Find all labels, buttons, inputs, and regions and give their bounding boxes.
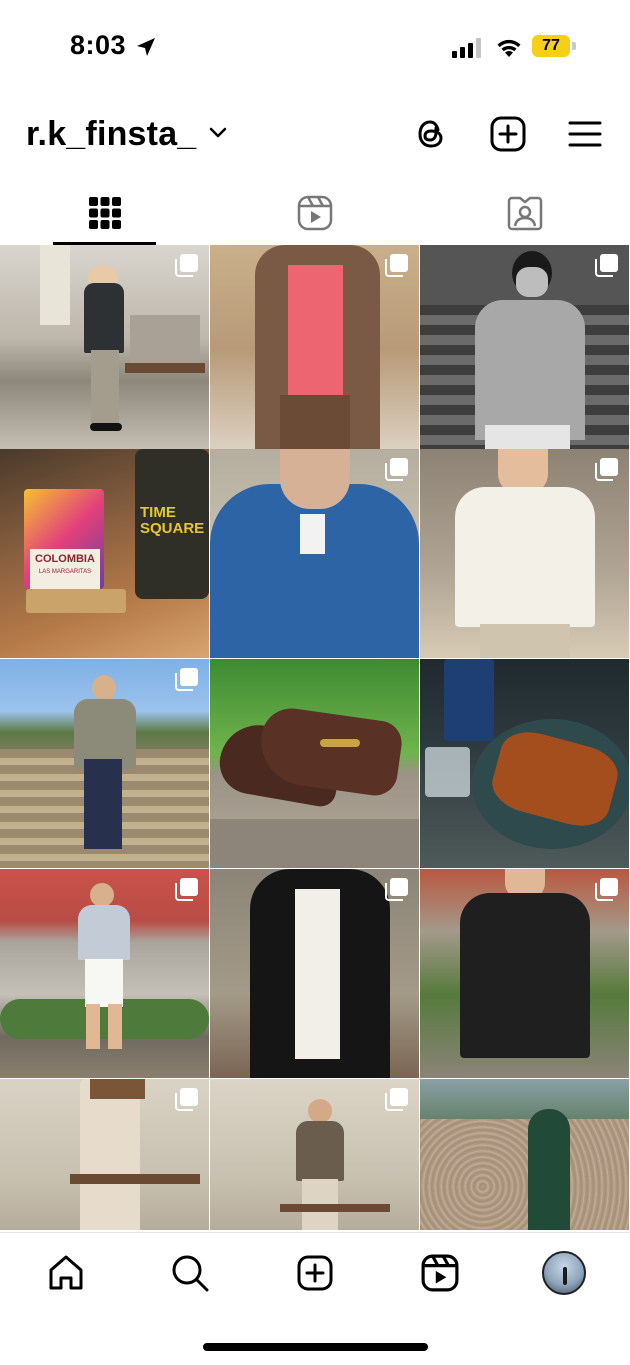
- coffee-bag-sublabel: LAS MARGARITAS: [38, 569, 92, 575]
- multiple-photos-icon: [175, 254, 198, 277]
- post-thumbnail[interactable]: TIME SQUARE COLOMBIA LAS MARGARITAS: [0, 449, 209, 658]
- multiple-photos-icon: [175, 1088, 198, 1111]
- profile-header: r.k_finsta_: [0, 100, 630, 170]
- status-bar: 8:03 77: [0, 0, 630, 95]
- multiple-photos-icon: [385, 254, 408, 277]
- post-thumbnail[interactable]: [420, 245, 629, 454]
- tab-posts-grid[interactable]: [0, 182, 210, 244]
- nav-profile[interactable]: [542, 1251, 586, 1295]
- wifi-icon: [497, 39, 521, 57]
- multiple-photos-icon: [385, 458, 408, 481]
- posts-grid: TIME SQUARE COLOMBIA LAS MARGARITAS: [0, 245, 630, 1230]
- plus-square-icon: [490, 116, 526, 152]
- multiple-photos-icon: [595, 458, 618, 481]
- location-arrow-icon: [137, 38, 155, 56]
- multiple-photos-icon: [175, 668, 198, 691]
- hamburger-menu-icon: [568, 121, 602, 147]
- reels-icon: [297, 195, 333, 231]
- cellular-signal-icon: [452, 38, 481, 58]
- bottom-navigation: [0, 1232, 630, 1313]
- post-thumbnail[interactable]: [210, 659, 419, 868]
- tab-reels[interactable]: [210, 182, 420, 244]
- reels-icon: [421, 1254, 459, 1292]
- post-thumbnail[interactable]: [420, 869, 629, 1078]
- grid-icon: [89, 197, 121, 229]
- post-thumbnail[interactable]: [0, 869, 209, 1078]
- search-icon: [172, 1255, 209, 1292]
- tumbler-print-text: TIME SQUARE: [140, 504, 205, 537]
- coffee-bag-label: COLOMBIA: [35, 553, 95, 565]
- battery-cap: [572, 42, 576, 50]
- post-thumbnail[interactable]: [420, 659, 629, 868]
- username-switcher[interactable]: r.k_finsta_: [26, 115, 196, 154]
- new-post-button[interactable]: [488, 114, 528, 154]
- post-thumbnail[interactable]: [0, 659, 209, 868]
- post-thumbnail[interactable]: [0, 245, 209, 454]
- post-thumbnail[interactable]: [210, 245, 419, 454]
- create-icon: [297, 1255, 333, 1291]
- menu-button[interactable]: [565, 114, 605, 154]
- multiple-photos-icon: [175, 878, 198, 901]
- post-thumbnail[interactable]: [0, 1079, 209, 1230]
- multiple-photos-icon: [595, 254, 618, 277]
- post-thumbnail[interactable]: [210, 449, 419, 658]
- tab-tagged[interactable]: [420, 182, 630, 244]
- post-thumbnail[interactable]: [210, 869, 419, 1078]
- post-thumbnail[interactable]: [420, 1079, 629, 1230]
- post-thumbnail[interactable]: [420, 449, 629, 658]
- battery-indicator: 77: [532, 35, 570, 57]
- status-time: 8:03: [70, 30, 127, 60]
- nav-create[interactable]: [293, 1251, 337, 1295]
- home-icon: [49, 1255, 83, 1290]
- threads-icon: [418, 120, 443, 148]
- nav-home[interactable]: [44, 1251, 88, 1295]
- profile-tabs: [0, 182, 630, 245]
- tagged-person-icon: [507, 196, 543, 231]
- multiple-photos-icon: [385, 1088, 408, 1111]
- nav-reels[interactable]: [418, 1251, 462, 1295]
- post-thumbnail[interactable]: [210, 1079, 419, 1230]
- multiple-photos-icon: [385, 878, 408, 901]
- threads-button[interactable]: [411, 114, 451, 154]
- chevron-down-icon[interactable]: [208, 126, 228, 140]
- multiple-photos-icon: [595, 878, 618, 901]
- home-indicator: [203, 1343, 428, 1351]
- profile-avatar: [542, 1251, 586, 1295]
- nav-search[interactable]: [168, 1251, 212, 1295]
